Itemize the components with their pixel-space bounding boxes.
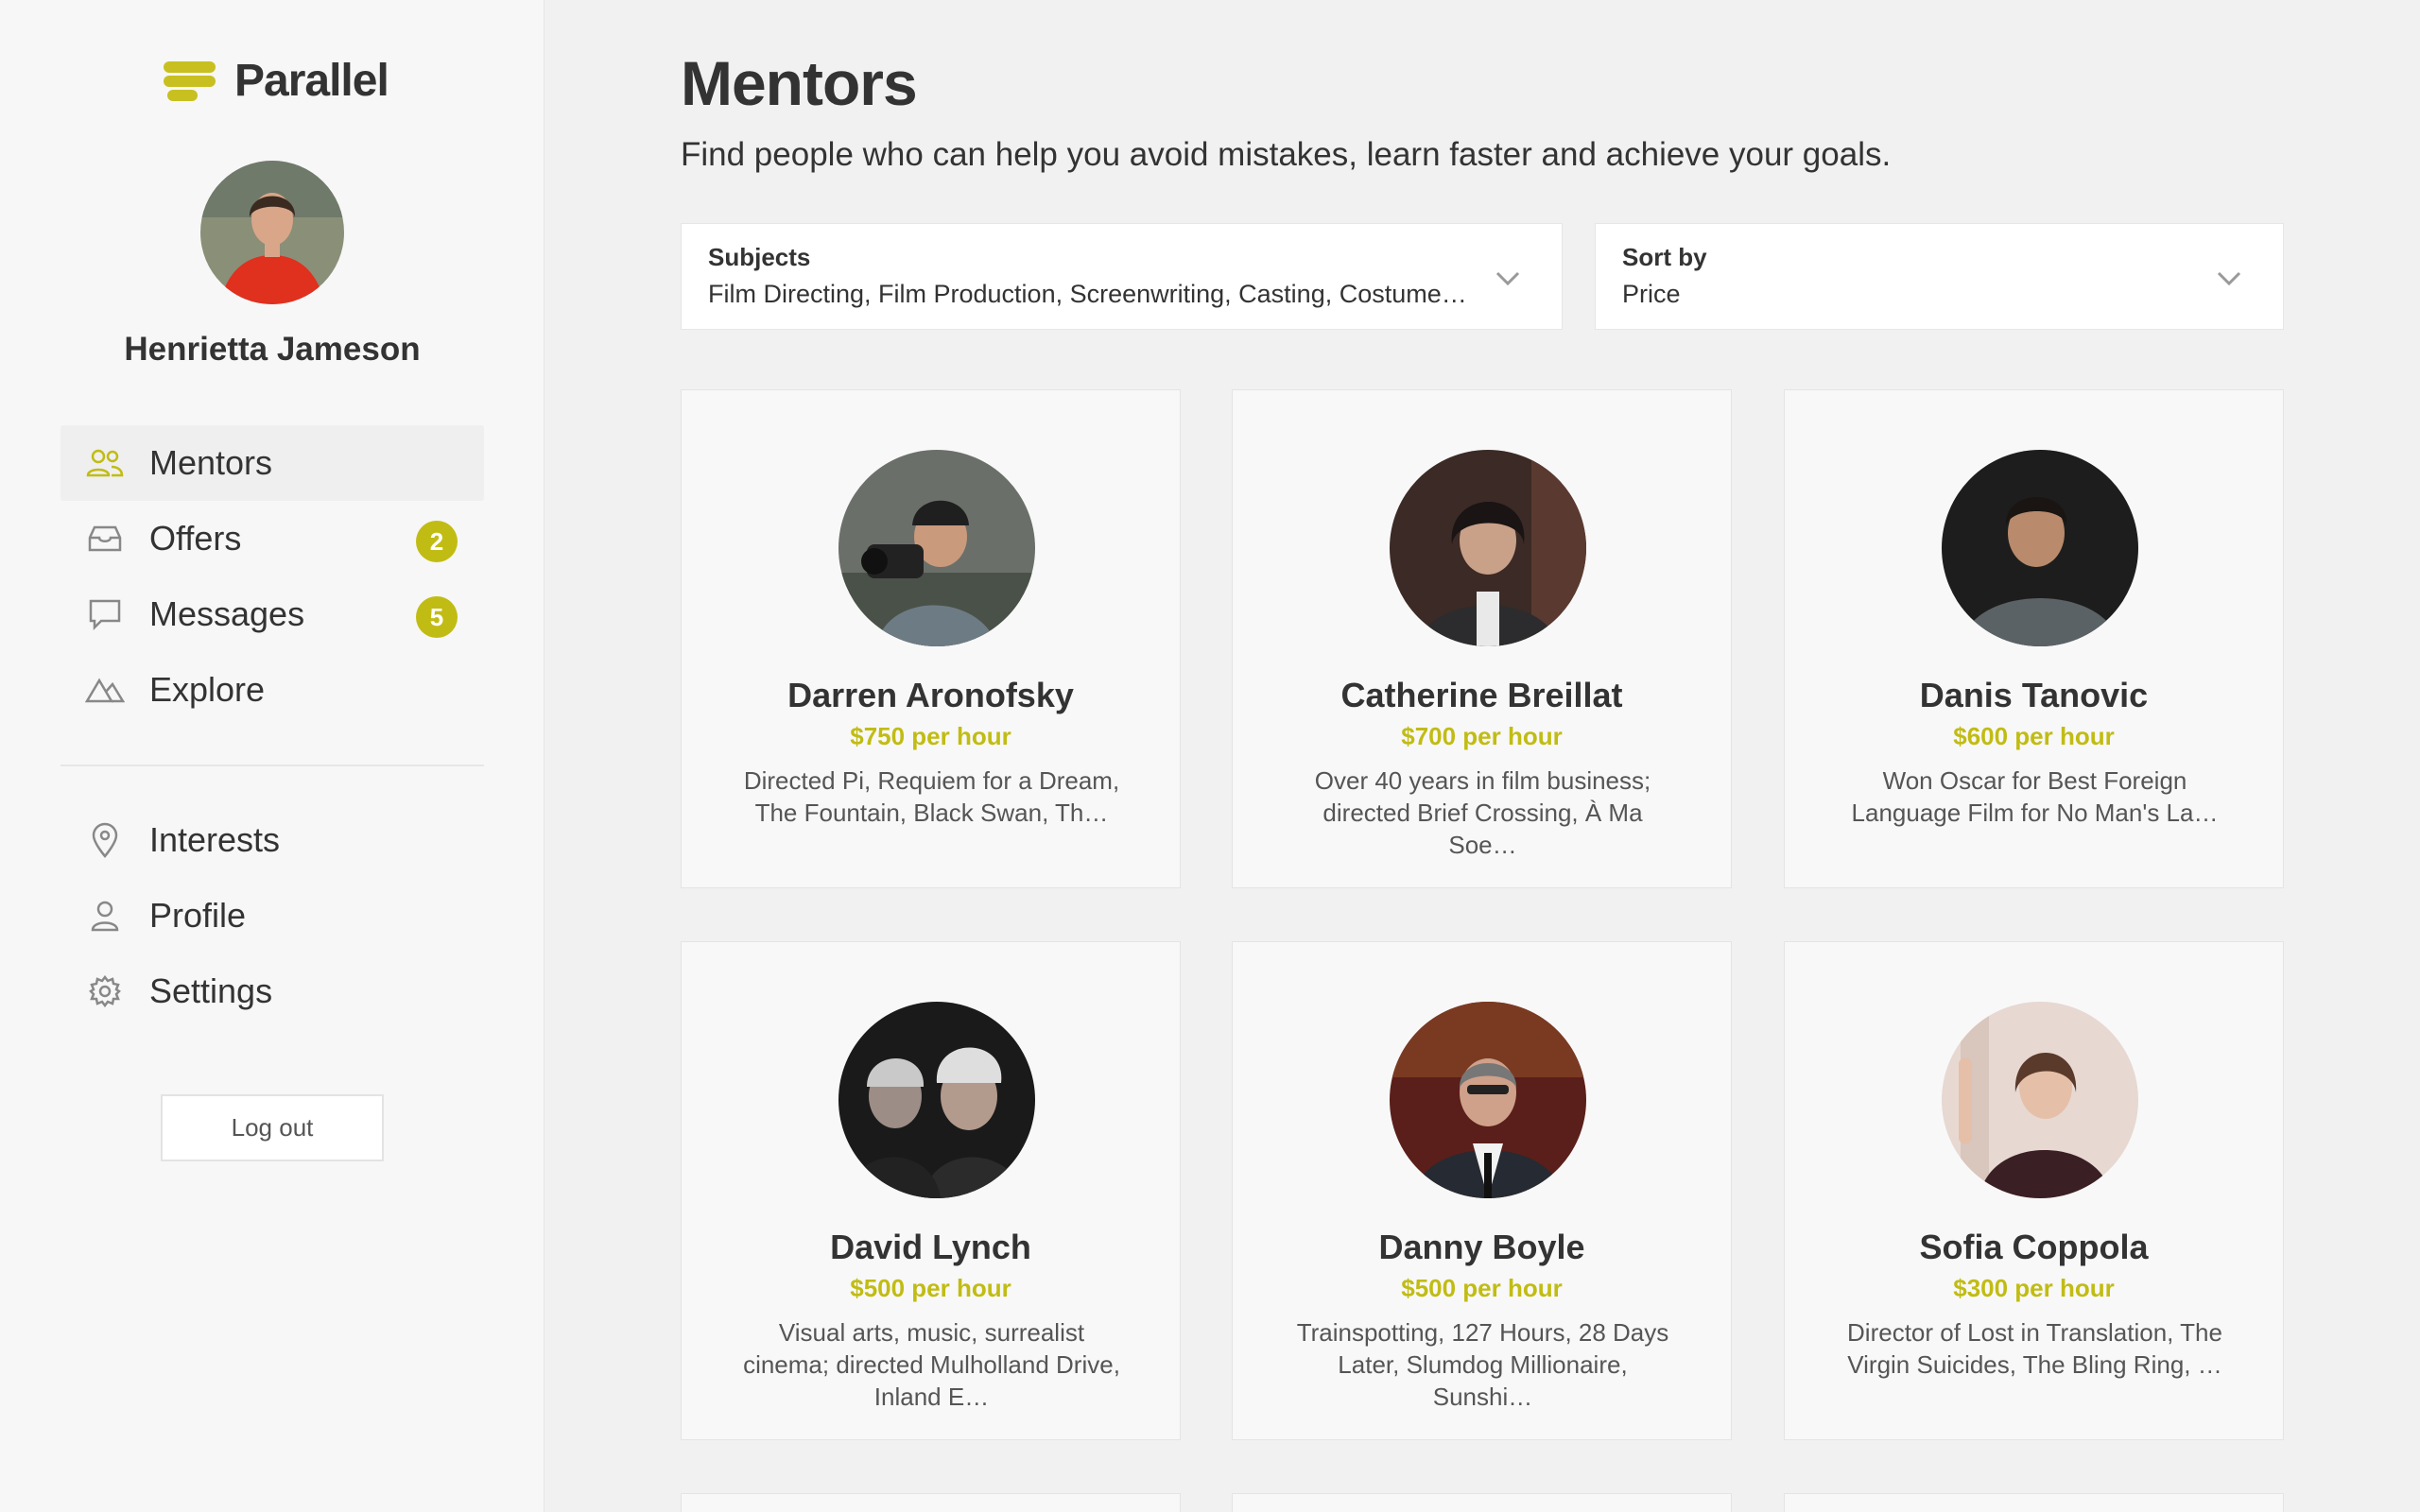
mentor-name: Catherine Breillat xyxy=(1340,676,1623,714)
mentor-description: Directed Pi, Requiem for a Dream, The Fo… xyxy=(743,766,1120,827)
mentor-rate: $600 per hour xyxy=(1953,722,2115,750)
nav-item-offers[interactable]: Offers 2 xyxy=(60,501,484,576)
page-title: Mentors xyxy=(681,48,918,118)
users-icon xyxy=(85,443,125,483)
offers-count-badge: 2 xyxy=(416,521,458,562)
mentor-photo xyxy=(1390,450,1586,646)
mentor-rate: $750 per hour xyxy=(850,722,1011,750)
mentor-card[interactable]: Darren Aronofsky $750 per hour Directed … xyxy=(681,389,1181,888)
nav-label: Mentors xyxy=(149,443,273,482)
mentor-description: Director of Lost in Translation, The Vir… xyxy=(1847,1318,2222,1379)
mentor-card-partial[interactable] xyxy=(681,1493,1181,1512)
nav-item-profile[interactable]: Profile xyxy=(60,878,484,954)
primary-nav: Mentors Offers 2 Messages 5 Explore xyxy=(60,425,484,728)
sidebar: Parallel Henrietta Jameson Mentors Offer… xyxy=(0,0,544,1512)
nav-label: Offers xyxy=(149,519,242,558)
logout-button[interactable]: Log out xyxy=(161,1094,384,1161)
mentor-name: Danny Boyle xyxy=(1378,1228,1585,1266)
mentor-description: Over 40 years in film business; directed… xyxy=(1314,766,1651,859)
mentor-description: Trainspotting, 127 Hours, 28 Days Later,… xyxy=(1296,1318,1669,1411)
mentor-rate: $700 per hour xyxy=(1401,722,1563,750)
map-pin-icon xyxy=(85,820,125,860)
subjects-filter-value: Film Directing, Film Production, Screenw… xyxy=(708,280,1529,308)
inbox-icon xyxy=(85,519,125,558)
nav-item-settings[interactable]: Settings xyxy=(60,954,484,1029)
user-icon xyxy=(85,896,125,936)
nav-label: Interests xyxy=(149,820,281,859)
sort-by-value: Price xyxy=(1622,280,1681,308)
chevron-down-icon xyxy=(2217,271,2241,286)
nav-label: Explore xyxy=(149,670,266,709)
user-name: Henrietta Jameson xyxy=(124,331,421,368)
mentor-card-partial[interactable] xyxy=(1784,1493,2284,1512)
app-logo[interactable]: Parallel xyxy=(164,55,389,106)
mentor-card[interactable]: Danny Boyle $500 per hour Trainspotting,… xyxy=(1232,941,1732,1440)
sort-by-dropdown[interactable]: Sort by Price xyxy=(1595,223,2284,330)
logo-mark-icon xyxy=(164,60,217,102)
mentor-photo xyxy=(1390,1002,1586,1198)
logo-text: Parallel xyxy=(234,55,389,106)
message-icon xyxy=(85,594,125,634)
secondary-nav: Interests Profile Settings xyxy=(60,802,484,1029)
chevron-down-icon xyxy=(1495,271,1520,286)
mentor-name: Danis Tanovic xyxy=(1919,676,2149,714)
nav-item-explore[interactable]: Explore xyxy=(60,652,484,728)
mentor-card-partial[interactable] xyxy=(1232,1493,1732,1512)
subjects-filter-label: Subjects xyxy=(708,243,811,271)
gear-icon xyxy=(85,971,125,1011)
mentor-name: David Lynch xyxy=(830,1228,1031,1266)
mentor-card[interactable]: Catherine Breillat $700 per hour Over 40… xyxy=(1232,389,1732,888)
mentor-photo xyxy=(1942,1002,2138,1198)
sort-by-label: Sort by xyxy=(1622,243,1707,271)
mentor-name: Sofia Coppola xyxy=(1919,1228,2149,1266)
subjects-filter-dropdown[interactable]: Subjects Film Directing, Film Production… xyxy=(681,223,1563,330)
mentor-photo xyxy=(838,450,1035,646)
user-avatar[interactable] xyxy=(200,161,344,304)
nav-label: Profile xyxy=(149,896,247,935)
mentor-description: Visual arts, music, surrealist cinema; d… xyxy=(743,1318,1120,1411)
page-subtitle: Find people who can help you avoid mista… xyxy=(681,136,1892,173)
nav-label: Settings xyxy=(149,971,273,1010)
mountains-icon xyxy=(85,670,125,710)
nav-item-mentors[interactable]: Mentors xyxy=(60,425,484,501)
mentor-description: Won Oscar for Best Foreign Language Film… xyxy=(1851,766,2219,827)
mentor-card[interactable]: Danis Tanovic $600 per hour Won Oscar fo… xyxy=(1784,389,2284,888)
mentor-card[interactable]: Sofia Coppola $300 per hour Director of … xyxy=(1784,941,2284,1440)
nav-item-messages[interactable]: Messages 5 xyxy=(60,576,484,652)
mentor-photo xyxy=(838,1002,1035,1198)
nav-item-interests[interactable]: Interests xyxy=(60,802,484,878)
mentor-rate: $500 per hour xyxy=(850,1274,1011,1302)
nav-label: Messages xyxy=(149,594,305,633)
nav-divider xyxy=(60,765,484,766)
mentor-name: Darren Aronofsky xyxy=(787,676,1074,714)
messages-count-badge: 5 xyxy=(416,596,458,638)
mentor-rate: $300 per hour xyxy=(1953,1274,2115,1302)
mentor-rate: $500 per hour xyxy=(1401,1274,1563,1302)
mentor-card[interactable]: David Lynch $500 per hour Visual arts, m… xyxy=(681,941,1181,1440)
mentor-photo xyxy=(1942,450,2138,646)
